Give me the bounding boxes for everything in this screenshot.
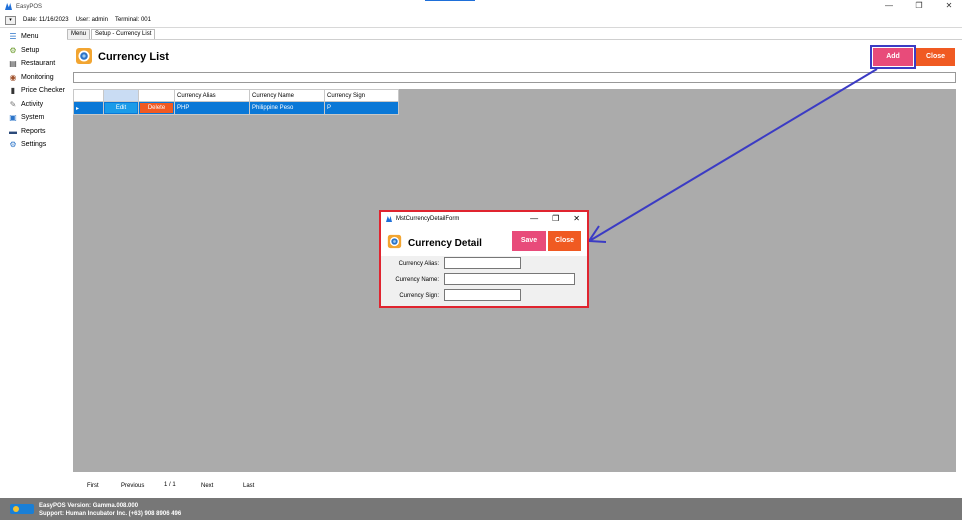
- terminal-label: Terminal: 001: [114, 17, 151, 23]
- sidebar: ☰ Menu ⚙ Setup ▤ Restaurant ◉ Monitoring ▮ Price …: [0, 30, 66, 152]
- dialog-restore-icon[interactable]: ❐: [552, 214, 559, 223]
- version-text: EasyPOS Version: Gamma.008.000: [39, 503, 139, 509]
- currency-alias-input[interactable]: [444, 257, 521, 269]
- company-logo-icon: [10, 504, 34, 514]
- tab-setup-currency-list[interactable]: Setup - Currency List: [91, 29, 156, 39]
- add-button[interactable]: Add: [870, 45, 916, 69]
- sidebar-item-label: Reports: [21, 127, 46, 135]
- currency-detail-icon: [387, 234, 402, 249]
- dialog-header: Currency Detail Save Close: [381, 226, 587, 256]
- pager-first-button[interactable]: First: [87, 483, 99, 489]
- sidebar-item-label: Restaurant: [21, 60, 56, 68]
- dialog-titlebar: MstCurrencyDetailForm — ❐ ✕: [381, 212, 587, 226]
- sidebar-item-system[interactable]: ▣ System: [0, 111, 66, 125]
- search-input[interactable]: [73, 72, 956, 83]
- grid-header-indicator: [73, 89, 104, 102]
- pager-next-button[interactable]: Next: [201, 483, 213, 489]
- date-label: Date: 11/16/2023: [23, 17, 69, 23]
- window-controls: — ❐ ✕: [884, 1, 954, 10]
- system-icon: ▣: [9, 113, 17, 123]
- grid-header-row: Currency Alias Currency Name Currency Si…: [73, 89, 399, 102]
- page-title: Currency List: [98, 51, 169, 63]
- sidebar-item-label: Price Checker: [21, 87, 65, 95]
- easypos-logo-icon: [386, 216, 392, 222]
- setup-icon: ⚙: [9, 45, 17, 55]
- menu-icon: ☰: [9, 32, 17, 42]
- pager-page-indicator: 1 / 1: [164, 482, 176, 488]
- close-window-icon[interactable]: ✕: [944, 1, 954, 10]
- sidebar-item-label: Settings: [21, 141, 47, 149]
- menu-dropdown-icon[interactable]: ▾: [5, 15, 16, 25]
- sidebar-item-label: Activity: [21, 100, 44, 108]
- edit-button[interactable]: Edit: [105, 103, 137, 113]
- sidebar-item-reports[interactable]: ▬ Reports: [0, 125, 66, 139]
- currency-detail-dialog: MstCurrencyDetailForm — ❐ ✕ Currency Det…: [379, 210, 589, 308]
- pager-last-button[interactable]: Last: [243, 483, 254, 489]
- cell-currency-alias[interactable]: PHP: [174, 101, 250, 115]
- currency-sign-input[interactable]: [444, 289, 521, 301]
- grid-header-currency-alias[interactable]: Currency Alias: [174, 89, 250, 102]
- sidebar-item-price-checker[interactable]: ▮ Price Checker: [0, 84, 66, 98]
- user-label: User: admin: [75, 17, 108, 23]
- currency-name-input[interactable]: [444, 273, 575, 285]
- dialog-window-title: MstCurrencyDetailForm: [396, 216, 460, 222]
- sidebar-item-activity[interactable]: ✎ Activity: [0, 98, 66, 112]
- currency-alias-label: Currency Alias:: [398, 261, 439, 267]
- monitoring-icon: ◉: [9, 72, 17, 82]
- support-text: Support: Human Incubator Inc. (+63) 908 …: [39, 511, 182, 517]
- table-row[interactable]: ▸ Edit Delete PHP Philippine Peso P: [73, 101, 399, 115]
- grid-header-currency-sign[interactable]: Currency Sign: [324, 89, 399, 102]
- easypos-logo-icon: [5, 3, 12, 10]
- close-button[interactable]: Close: [916, 48, 955, 66]
- pager-previous-button[interactable]: Previous: [121, 483, 144, 489]
- activity-icon: ✎: [9, 99, 17, 109]
- delete-button[interactable]: Delete: [140, 103, 173, 113]
- sidebar-item-label: Menu: [21, 33, 39, 41]
- app-title: EasyPOS: [16, 3, 43, 10]
- row-indicator-icon: ▸: [73, 101, 104, 115]
- reports-icon: ▬: [9, 126, 17, 136]
- tab-strip: Menu Setup - Currency List: [67, 29, 156, 39]
- grid-header-currency-name[interactable]: Currency Name: [249, 89, 325, 102]
- grid-header-delete: [138, 89, 175, 102]
- sidebar-item-monitoring[interactable]: ◉ Monitoring: [0, 71, 66, 85]
- grid-header-edit: [103, 89, 139, 102]
- sidebar-item-settings[interactable]: ⚙ Settings: [0, 138, 66, 152]
- sidebar-item-setup[interactable]: ⚙ Setup: [0, 44, 66, 58]
- sidebar-item-restaurant[interactable]: ▤ Restaurant: [0, 57, 66, 71]
- sidebar-item-label: System: [21, 114, 45, 122]
- dialog-close-icon[interactable]: ✕: [573, 214, 580, 223]
- footer: EasyPOS Version: Gamma.008.000 Support: …: [0, 498, 962, 520]
- sidebar-item-label: Monitoring: [21, 73, 54, 81]
- minimize-icon[interactable]: —: [884, 1, 894, 10]
- top-accent-line: [425, 0, 475, 1]
- dialog-window-controls: — ❐ ✕: [530, 214, 580, 223]
- dialog-minimize-icon[interactable]: —: [530, 214, 538, 223]
- info-bar: ▾ Date: 11/16/2023 User: admin Terminal:…: [0, 13, 962, 27]
- restore-icon[interactable]: ❐: [914, 1, 924, 10]
- dialog-close-button[interactable]: Close: [548, 231, 581, 251]
- pager: First Previous 1 / 1 Next Last: [67, 478, 367, 492]
- sidebar-item-menu[interactable]: ☰ Menu: [0, 30, 66, 44]
- price-checker-icon: ▮: [10, 86, 16, 96]
- currency-list-icon: [76, 48, 92, 64]
- currency-name-label: Currency Name:: [395, 277, 439, 283]
- restaurant-icon: ▤: [9, 59, 17, 69]
- cell-currency-sign[interactable]: P: [324, 101, 399, 115]
- sidebar-item-label: Setup: [21, 46, 40, 54]
- currency-sign-label: Currency Sign:: [399, 293, 439, 299]
- save-button[interactable]: Save: [512, 231, 546, 251]
- divider: [0, 27, 962, 28]
- currency-grid: Currency Alias Currency Name Currency Si…: [73, 89, 399, 115]
- settings-icon: ⚙: [9, 140, 17, 150]
- window-titlebar: EasyPOS — ❐ ✕: [0, 0, 962, 13]
- tab-menu[interactable]: Menu: [67, 29, 91, 39]
- dialog-heading: Currency Detail: [408, 238, 482, 249]
- cell-currency-name[interactable]: Philippine Peso: [249, 101, 325, 115]
